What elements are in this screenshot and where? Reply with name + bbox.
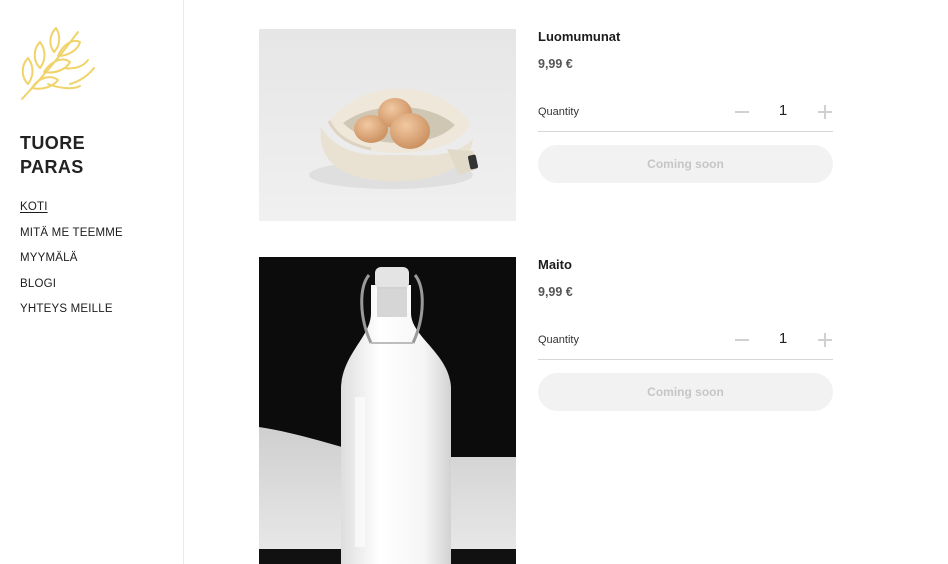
nav-item-yhteys-meille[interactable]: YHTEYS MEILLE <box>20 302 123 328</box>
product-image-eggs[interactable] <box>259 29 516 221</box>
brand-name[interactable]: TUORE PARAS <box>20 131 85 179</box>
product-image-milk[interactable] <box>259 257 516 564</box>
plus-icon[interactable] <box>817 332 833 348</box>
quantity-label: Quantity <box>538 334 579 346</box>
wheat-logo-icon[interactable] <box>18 24 100 102</box>
quantity-input[interactable]: 1 <box>772 330 794 347</box>
nav-item-myymala[interactable]: MYYMÄLÄ <box>20 251 123 277</box>
main-nav: KOTI MITÄ ME TEEMME MYYMÄLÄ BLOGI YHTEYS… <box>20 200 123 328</box>
product-name[interactable]: Maito <box>538 257 572 272</box>
product-price: 9,99 € <box>538 285 573 299</box>
product-price: 9,99 € <box>538 57 573 71</box>
product-details: Luomumunat 9,99 € Quantity 1 Coming soon <box>538 29 833 221</box>
product-card: Maito 9,99 € Quantity 1 Coming soon <box>259 257 834 564</box>
product-card: Luomumunat 9,99 € Quantity 1 Coming soon <box>259 29 834 221</box>
minus-icon[interactable] <box>734 332 750 348</box>
coming-soon-button[interactable]: Coming soon <box>538 373 833 411</box>
nav-item-koti[interactable]: KOTI <box>20 200 123 226</box>
brand-line-1: TUORE <box>20 133 85 153</box>
product-name[interactable]: Luomumunat <box>538 29 620 44</box>
nav-item-mita-me-teemme[interactable]: MITÄ ME TEEMME <box>20 226 123 252</box>
product-details: Maito 9,99 € Quantity 1 Coming soon <box>538 257 833 449</box>
quantity-selector: Quantity 1 <box>538 323 833 360</box>
coming-soon-button[interactable]: Coming soon <box>538 145 833 183</box>
brand-line-2: PARAS <box>20 157 84 177</box>
minus-icon[interactable] <box>734 104 750 120</box>
plus-icon[interactable] <box>817 104 833 120</box>
quantity-selector: Quantity 1 <box>538 95 833 132</box>
quantity-input[interactable]: 1 <box>772 102 794 119</box>
nav-item-blogi[interactable]: BLOGI <box>20 277 123 303</box>
sidebar: TUORE PARAS KOTI MITÄ ME TEEMME MYYMÄLÄ … <box>0 0 184 564</box>
quantity-label: Quantity <box>538 106 579 118</box>
